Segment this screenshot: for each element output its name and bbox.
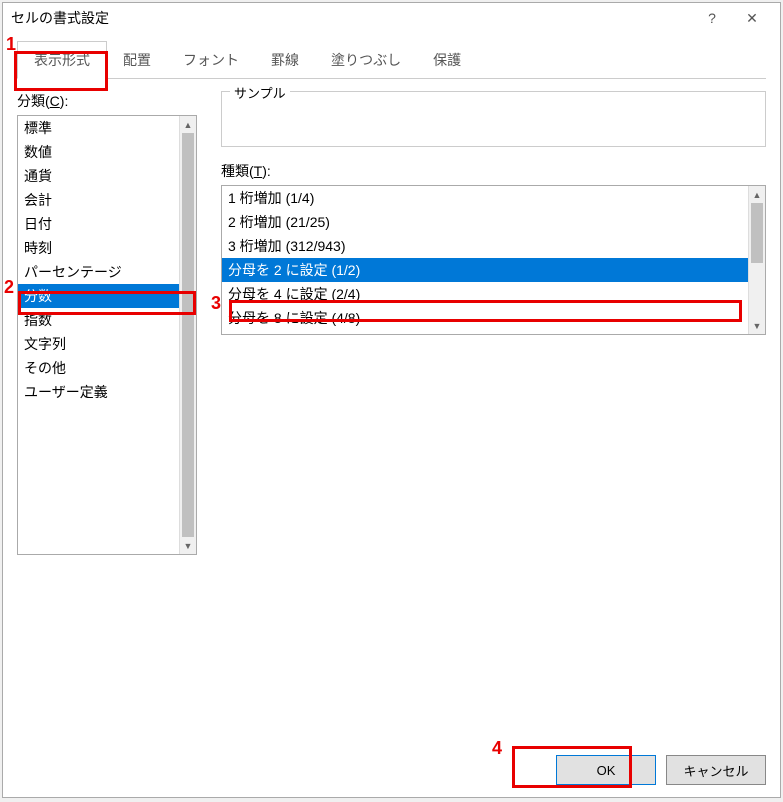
category-item[interactable]: 指数 (18, 308, 196, 332)
category-item[interactable]: 時刻 (18, 236, 196, 260)
category-label-post: ): (60, 93, 69, 109)
category-label-accel: C (50, 93, 60, 109)
tab-0[interactable]: 表示形式 (17, 41, 107, 79)
category-item[interactable]: 通貨 (18, 164, 196, 188)
sample-label: サンプル (230, 83, 290, 102)
ok-button[interactable]: OK (556, 755, 656, 785)
category-item[interactable]: パーセンテージ (18, 260, 196, 284)
category-item[interactable]: 日付 (18, 212, 196, 236)
category-label: 分類(C): (17, 91, 197, 111)
category-item[interactable]: 会計 (18, 188, 196, 212)
type-item[interactable]: 3 桁増加 (312/943) (222, 234, 765, 258)
tab-5[interactable]: 保護 (417, 42, 477, 78)
scroll-down-icon[interactable]: ▼ (749, 317, 765, 334)
close-button[interactable]: ✕ (732, 10, 772, 27)
scroll-up-icon[interactable]: ▲ (180, 116, 196, 133)
footer: OK キャンセル (556, 755, 766, 785)
type-item[interactable]: 分母を 8 に設定 (4/8) (222, 306, 765, 330)
left-panel: 分類(C): 標準数値通貨会計日付時刻パーセンテージ分数指数文字列その他ユーザー… (17, 91, 197, 555)
category-item[interactable]: 数値 (18, 140, 196, 164)
scroll-thumb[interactable] (182, 133, 194, 537)
help-button[interactable]: ? (692, 10, 732, 26)
cancel-button[interactable]: キャンセル (666, 755, 766, 785)
scrollbar[interactable]: ▲ ▼ (179, 116, 196, 554)
type-item[interactable]: 1 桁増加 (1/4) (222, 186, 765, 210)
type-item[interactable]: 2 桁増加 (21/25) (222, 210, 765, 234)
type-item[interactable]: 分母を 16 に設定 (8/16) (222, 330, 765, 334)
tab-bar: 表示形式配置フォント罫線塗りつぶし保護 (17, 41, 766, 79)
type-item[interactable]: 分母を 2 に設定 (1/2) (222, 258, 765, 282)
titlebar: セルの書式設定 ? ✕ (3, 3, 780, 33)
category-item[interactable]: 文字列 (18, 332, 196, 356)
type-label-pre: 種類( (221, 163, 254, 179)
content-area: 分類(C): 標準数値通貨会計日付時刻パーセンテージ分数指数文字列その他ユーザー… (3, 79, 780, 567)
type-label: 種類(T): (221, 161, 766, 181)
window-title: セルの書式設定 (11, 8, 692, 28)
right-panel: サンプル 種類(T): 1 桁増加 (1/4)2 桁増加 (21/25)3 桁増… (221, 91, 766, 555)
scroll-down-icon[interactable]: ▼ (180, 537, 196, 554)
type-item[interactable]: 分母を 4 に設定 (2/4) (222, 282, 765, 306)
category-listbox[interactable]: 標準数値通貨会計日付時刻パーセンテージ分数指数文字列その他ユーザー定義 ▲ ▼ (17, 115, 197, 555)
tab-1[interactable]: 配置 (107, 42, 167, 78)
category-item[interactable]: その他 (18, 356, 196, 380)
type-label-accel: T (254, 163, 263, 179)
scrollbar[interactable]: ▲ ▼ (748, 186, 765, 334)
dialog-window: セルの書式設定 ? ✕ 表示形式配置フォント罫線塗りつぶし保護 分類(C): 標… (2, 2, 781, 798)
scroll-thumb[interactable] (751, 203, 763, 263)
category-item[interactable]: ユーザー定義 (18, 380, 196, 404)
tab-4[interactable]: 塗りつぶし (315, 42, 417, 78)
scroll-up-icon[interactable]: ▲ (749, 186, 765, 203)
sample-box: サンプル (221, 91, 766, 147)
tab-3[interactable]: 罫線 (255, 42, 315, 78)
category-item[interactable]: 標準 (18, 116, 196, 140)
category-label-pre: 分類( (17, 93, 50, 109)
category-item[interactable]: 分数 (18, 284, 196, 308)
type-listbox[interactable]: 1 桁増加 (1/4)2 桁増加 (21/25)3 桁増加 (312/943)分… (221, 185, 766, 335)
type-label-post: ): (262, 163, 271, 179)
tab-2[interactable]: フォント (167, 42, 255, 78)
